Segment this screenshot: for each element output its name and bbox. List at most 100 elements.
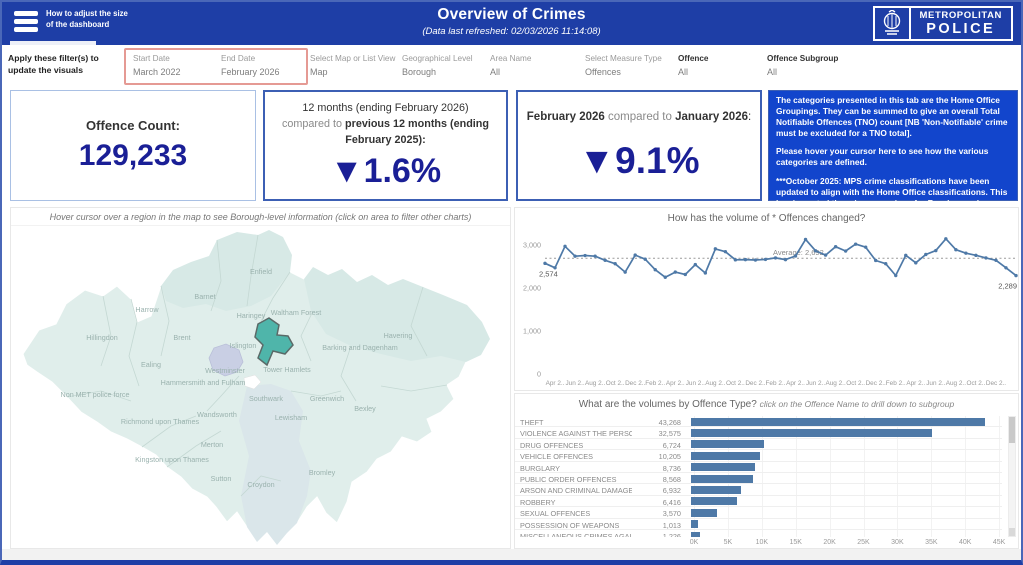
line-data-point[interactable] — [684, 273, 687, 276]
line-data-point[interactable] — [784, 258, 787, 261]
scrollbar-thumb[interactable] — [1009, 417, 1015, 443]
line-data-point[interactable] — [794, 254, 797, 257]
line-data-point[interactable] — [824, 253, 827, 256]
line-data-point[interactable] — [864, 245, 867, 248]
offence-name[interactable]: PUBLIC ORDER OFFENCES — [520, 475, 632, 484]
line-data-point[interactable] — [674, 270, 677, 273]
line-data-point[interactable] — [874, 259, 877, 262]
line-data-point[interactable] — [623, 270, 626, 273]
offence-name[interactable]: DRUG OFFENCES — [520, 441, 632, 450]
filter-offence-subgroup[interactable]: Offence SubgroupAll — [767, 54, 838, 77]
filter-value[interactable]: All — [490, 67, 531, 77]
offence-name[interactable]: THEFT — [520, 418, 632, 427]
filter-geographical-level[interactable]: Geographical LevelBorough — [402, 54, 473, 77]
offence-name[interactable]: MISCELLANEOUS CRIMES AGAINST SOCIETY — [520, 532, 632, 537]
line-data-point[interactable] — [1014, 274, 1017, 277]
offence-bar[interactable] — [691, 509, 717, 517]
line-data-point[interactable] — [573, 254, 576, 257]
line-data-point[interactable] — [974, 254, 977, 257]
filter-value[interactable]: All — [767, 67, 838, 77]
line-data-point[interactable] — [654, 268, 657, 271]
line-data-point[interactable] — [694, 263, 697, 266]
offence-bar[interactable] — [691, 463, 755, 471]
offence-bar[interactable] — [691, 475, 753, 483]
filter-value[interactable]: March 2022 — [133, 67, 181, 77]
refresh-timestamp: (Data last refreshed: 02/03/2026 11:14:0… — [2, 26, 1021, 37]
line-data-point[interactable] — [603, 259, 606, 262]
line-data-point[interactable] — [944, 237, 947, 240]
line-data-point[interactable] — [543, 262, 546, 265]
line-data-point[interactable] — [984, 256, 987, 259]
line-data-point[interactable] — [613, 262, 616, 265]
map-label-richmond-upon-thames: Richmond upon Thames — [121, 417, 200, 426]
line-data-point[interactable] — [814, 249, 817, 252]
line-data-point[interactable] — [914, 261, 917, 264]
london-borough-map[interactable]: EnfieldBarnetHarrowHaringeyWaltham Fores… — [11, 226, 510, 547]
menu-icon[interactable] — [14, 11, 40, 37]
line-data-point[interactable] — [714, 247, 717, 250]
line-data-point[interactable] — [644, 257, 647, 260]
line-data-point[interactable] — [583, 254, 586, 257]
offence-name[interactable]: VIOLENCE AGAINST THE PERSON — [520, 429, 632, 438]
offence-name[interactable]: VEHICLE OFFENCES — [520, 452, 632, 461]
line-data-point[interactable] — [734, 258, 737, 261]
line-data-point[interactable] — [964, 251, 967, 254]
offence-bar[interactable] — [691, 497, 737, 505]
filter-label: Start Date — [133, 54, 181, 63]
line-data-point[interactable] — [633, 253, 636, 256]
line-data-point[interactable] — [894, 274, 897, 277]
line-data-point[interactable] — [934, 249, 937, 252]
line-data-point[interactable] — [834, 245, 837, 248]
filter-value[interactable]: Map — [310, 67, 395, 77]
scrollbar-thumb-bottom[interactable] — [1009, 528, 1015, 536]
bar-chart-scrollbar[interactable] — [1008, 416, 1016, 537]
line-data-point[interactable] — [563, 245, 566, 248]
filter-start-date[interactable]: Start Date March 2022 — [133, 54, 181, 77]
line-data-point[interactable] — [664, 276, 667, 279]
line-data-point[interactable] — [854, 242, 857, 245]
offence-bar[interactable] — [691, 440, 764, 448]
offence-bar[interactable] — [691, 429, 932, 437]
filter-value[interactable]: All — [678, 67, 708, 77]
filter-select-map-or-list-view[interactable]: Select Map or List ViewMap — [310, 54, 395, 77]
offence-bar[interactable] — [691, 452, 760, 460]
line-data-point[interactable] — [994, 259, 997, 262]
filter-area-name[interactable]: Area NameAll — [490, 54, 531, 77]
line-data-point[interactable] — [924, 253, 927, 256]
line-data-point[interactable] — [1004, 266, 1007, 269]
bar-axis-tick: 0K — [690, 539, 699, 546]
offence-bar[interactable] — [691, 532, 700, 537]
filter-value[interactable]: February 2026 — [221, 67, 280, 77]
filter-end-date[interactable]: End DateFebruary 2026 — [221, 54, 280, 77]
offence-bar[interactable] — [691, 418, 985, 426]
offence-bar[interactable] — [691, 520, 698, 528]
line-data-point[interactable] — [774, 256, 777, 259]
offence-name[interactable]: ARSON AND CRIMINAL DAMAGE — [520, 486, 632, 495]
offence-name[interactable]: BURGLARY — [520, 464, 632, 473]
filter-value[interactable]: Offences — [585, 67, 662, 77]
line-data-point[interactable] — [954, 248, 957, 251]
line-data-point[interactable] — [744, 258, 747, 261]
line-data-point[interactable] — [593, 254, 596, 257]
offence-name[interactable]: SEXUAL OFFENCES — [520, 509, 632, 518]
categories-notice-box[interactable]: The categories presented in this tab are… — [768, 90, 1018, 201]
offence-name[interactable]: POSSESSION OF WEAPONS — [520, 521, 632, 530]
bar-axis-tick: 30K — [891, 539, 903, 546]
line-data-point[interactable] — [884, 262, 887, 265]
offence-name[interactable]: ROBBERY — [520, 498, 632, 507]
volume-trend-line-chart[interactable]: 3,0002,0001,0000Average: 2,6922,5742,289… — [515, 224, 1018, 390]
line-data-point[interactable] — [844, 249, 847, 252]
line-data-point[interactable] — [804, 238, 807, 241]
filter-offence[interactable]: OffenceAll — [678, 54, 708, 77]
offence-volume-line[interactable] — [545, 239, 1016, 277]
filter-value[interactable]: Borough — [402, 67, 473, 77]
offence-bar[interactable] — [691, 486, 741, 494]
x-axis-tick: Aug 2.. — [946, 380, 966, 387]
line-data-point[interactable] — [704, 271, 707, 274]
line-data-point[interactable] — [724, 250, 727, 253]
line-data-point[interactable] — [754, 258, 757, 261]
menu-tooltip-text[interactable]: How to adjust the size of the dashboard — [46, 8, 128, 31]
line-data-point[interactable] — [764, 258, 767, 261]
filter-select-measure-type[interactable]: Select Measure TypeOffences — [585, 54, 662, 77]
line-data-point[interactable] — [904, 254, 907, 257]
